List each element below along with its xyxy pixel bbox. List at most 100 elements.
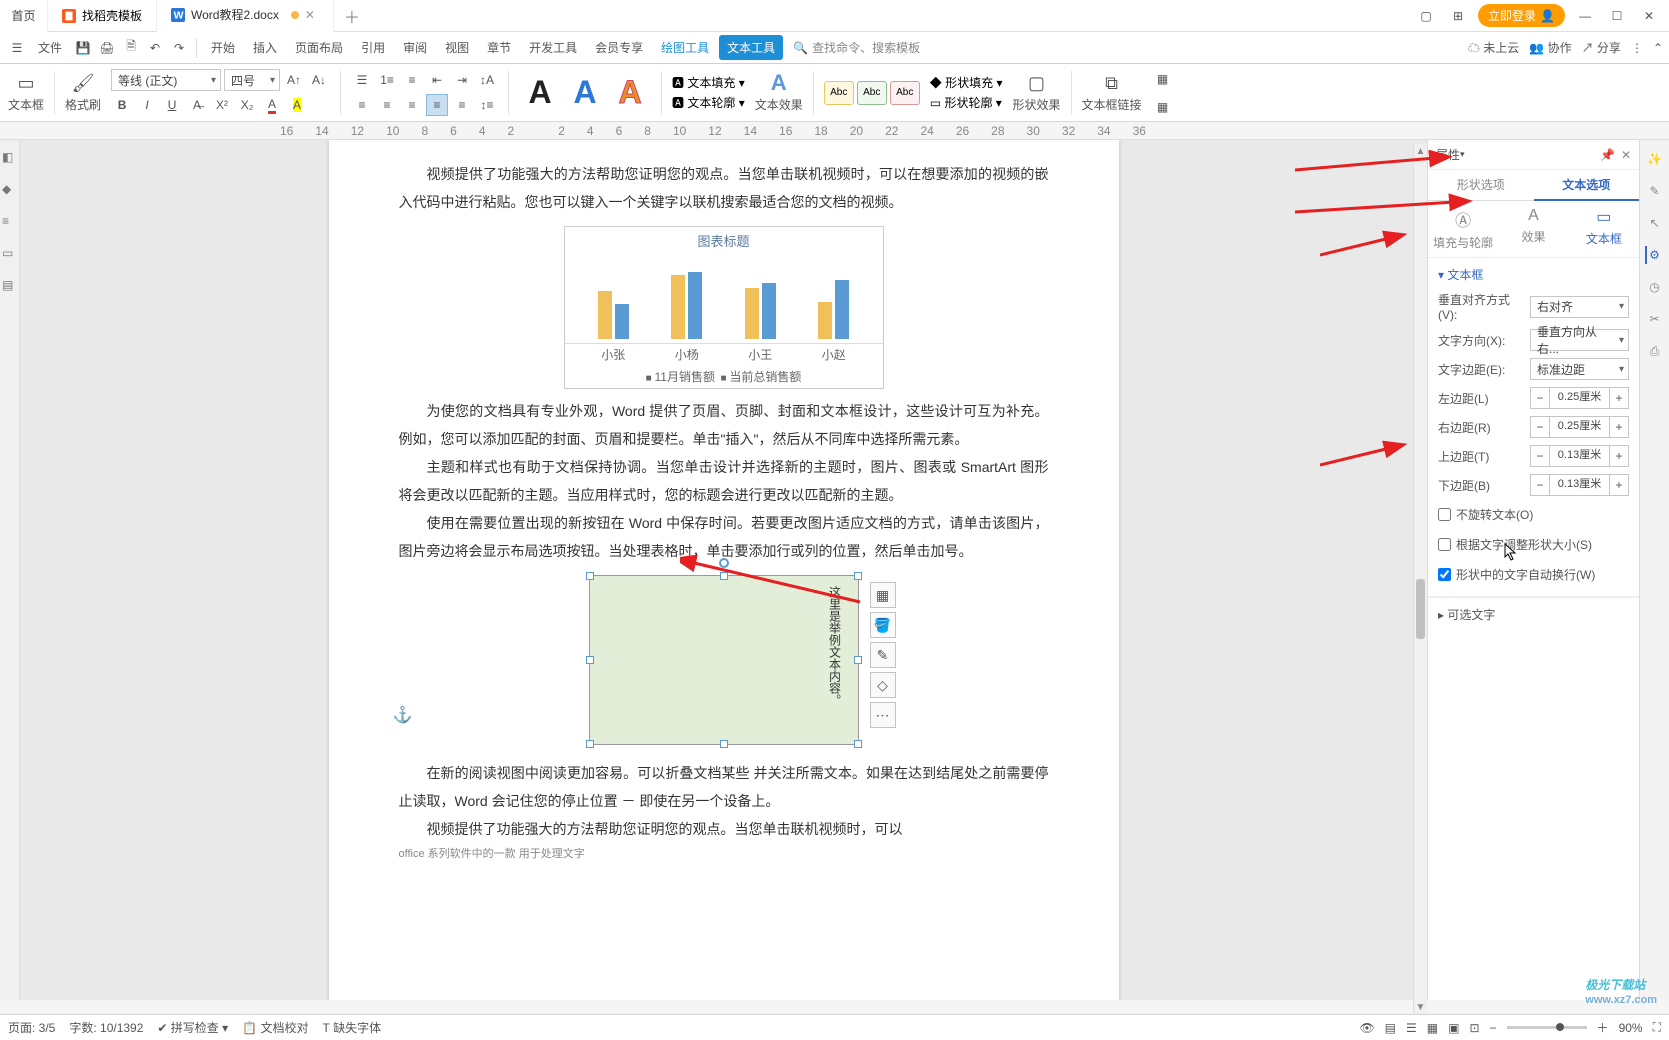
collapse-ribbon-icon[interactable]: ⌃ (1653, 41, 1663, 55)
subtab-fill-outline[interactable]: Ⓐ填充与轮廓 (1428, 201, 1498, 257)
italic-button[interactable]: I (136, 94, 158, 116)
embedded-chart[interactable]: 图表标题 小张小杨小王小赵 ■ 11月销售额 ■ 当前总销售额 (564, 226, 884, 389)
text-direction-button[interactable]: ↕A (476, 69, 498, 91)
valign-select[interactable]: 右对齐 (1530, 296, 1629, 318)
nav-icon-2[interactable]: ◆ (2, 182, 16, 196)
close-icon[interactable]: ✕ (305, 8, 319, 22)
margin-select[interactable]: 标准边距 (1530, 358, 1629, 380)
dec-button[interactable]: − (1530, 416, 1550, 438)
grid-apps-icon[interactable]: ⊞ (1446, 4, 1470, 28)
numbering-button[interactable]: 1≡ (376, 69, 398, 91)
dec-button[interactable]: − (1530, 387, 1550, 409)
checkbox[interactable] (1438, 538, 1451, 551)
cloud-status[interactable]: ☁ 未上云 (1468, 39, 1519, 56)
resize-handle-e[interactable] (854, 656, 862, 664)
view-outline-icon[interactable]: ☰ (1406, 1021, 1417, 1035)
line-spacing-button[interactable]: ↕≡ (476, 94, 498, 116)
zoom-value[interactable]: 90% (1619, 1021, 1643, 1035)
textbox-button[interactable]: ▭文本框 (8, 72, 44, 113)
menu-section[interactable]: 章节 (479, 35, 519, 60)
shrink-font-icon[interactable]: A↓ (308, 69, 330, 91)
subtab-effects[interactable]: A效果 (1498, 201, 1568, 257)
nav-icon-5[interactable]: ▤ (2, 278, 16, 292)
bold-button[interactable]: B (111, 94, 133, 116)
shape-fill-button[interactable]: ◆ 形状填充 ▾ (930, 74, 1003, 91)
selected-textbox[interactable]: 这里是举例文本内容。 ▦ 🪣 ✎ ◇ ⋯ (589, 575, 859, 745)
align-distribute-button[interactable]: ≡ (451, 94, 473, 116)
nav-icon-3[interactable]: ≡ (2, 214, 16, 228)
missing-font-button[interactable]: Т 缺失字体 (322, 1019, 381, 1036)
section-textbox[interactable]: ▾ 文本框 (1428, 258, 1639, 291)
checkbox[interactable] (1438, 568, 1451, 581)
dec-button[interactable]: − (1530, 474, 1550, 496)
share-button[interactable]: ↗ 分享 (1582, 39, 1621, 56)
vertical-scrollbar[interactable]: ▲ ▼ (1413, 144, 1427, 1014)
side-assistant-icon[interactable]: ✨ (1646, 150, 1664, 168)
text-style-1[interactable]: A (519, 72, 561, 114)
new-tab-button[interactable]: ＋ (340, 4, 364, 28)
resize-handle-nw[interactable] (586, 572, 594, 580)
bullets-button[interactable]: ☰ (351, 69, 373, 91)
document-area[interactable]: 视频提供了功能强大的方法帮助您证明您的观点。当您单击联机视频时，可以在想要添加的… (20, 140, 1427, 1000)
tab-home[interactable]: 首页 (0, 0, 48, 32)
text-outline-button[interactable]: 🅰 文本轮廓 ▾ (672, 94, 745, 111)
grow-font-icon[interactable]: A↑ (283, 69, 305, 91)
inc-button[interactable]: + (1609, 445, 1629, 467)
alignment-dist-button[interactable]: ≡ (401, 69, 423, 91)
fullscreen-icon[interactable]: ⛶ (1653, 1020, 1661, 1035)
dec-button[interactable]: − (1530, 445, 1550, 467)
view-web-icon[interactable]: ▦ (1427, 1021, 1438, 1035)
login-button[interactable]: 立即登录👤 (1478, 4, 1565, 27)
auto-size-checkbox[interactable]: 根据文字调整形状大小(S) (1438, 533, 1629, 556)
print-preview-icon[interactable]: 🗎 (120, 37, 142, 59)
pin-icon[interactable]: 📌 (1600, 148, 1615, 162)
subtab-textbox[interactable]: ▭文本框 (1569, 201, 1639, 257)
auto-wrap-checkbox[interactable]: 形状中的文字自动换行(W) (1438, 563, 1629, 586)
menu-member[interactable]: 会员专享 (587, 35, 651, 60)
menu-layout[interactable]: 页面布局 (287, 35, 351, 60)
spellcheck-button[interactable]: ✔ 拼写检查 ▾ (157, 1019, 228, 1036)
left-margin-value[interactable]: 0.25厘米 (1550, 387, 1609, 409)
textbox-link-button[interactable]: ⧉文本框链接 (1082, 72, 1142, 113)
optional-text-section[interactable]: ▸ 可选文字 (1428, 597, 1639, 631)
fill-button[interactable]: 🪣 (870, 612, 896, 638)
align-right-button[interactable]: ≡ (401, 94, 423, 116)
menu-view[interactable]: 视图 (437, 35, 477, 60)
font-family-select[interactable]: 等线 (正文) (111, 69, 221, 91)
text-effect-button[interactable]: A文本效果 (755, 72, 803, 113)
side-select-icon[interactable]: ↖ (1646, 214, 1664, 232)
side-edit-icon[interactable]: ✎ (1646, 182, 1664, 200)
shape-menu-button[interactable]: ◇ (870, 672, 896, 698)
side-settings-icon[interactable]: ⚙ (1645, 246, 1663, 264)
highlight-button[interactable]: A (286, 94, 308, 116)
inc-button[interactable]: + (1609, 387, 1629, 409)
resize-handle-s[interactable] (720, 740, 728, 748)
menu-insert[interactable]: 插入 (245, 35, 285, 60)
shape-style-3[interactable]: Abc (890, 81, 920, 105)
top-margin-spinner[interactable]: −0.13厘米+ (1530, 445, 1629, 467)
textbox-content[interactable]: 这里是举例文本内容。 (823, 586, 845, 706)
menu-review[interactable]: 审阅 (395, 35, 435, 60)
checkbox[interactable] (1438, 508, 1451, 521)
inc-button[interactable]: + (1609, 416, 1629, 438)
side-clip-icon[interactable]: ✂ (1646, 310, 1664, 328)
tab-shape-options[interactable]: 形状选项 (1428, 170, 1534, 201)
close-button[interactable]: ✕ (1637, 4, 1661, 28)
redo-icon[interactable]: ↷ (168, 37, 190, 59)
layout-icon[interactable]: ▢ (1414, 4, 1438, 28)
zoom-out-button[interactable]: − (1490, 1021, 1497, 1035)
right-margin-value[interactable]: 0.25厘米 (1550, 416, 1609, 438)
bottom-margin-value[interactable]: 0.13厘米 (1550, 474, 1609, 496)
horizontal-ruler[interactable]: 1614121086422468101214161820222426283032… (0, 122, 1669, 140)
more-icon[interactable]: ⋮ (1631, 41, 1643, 55)
tab-document-active[interactable]: W Word教程2.docx ✕ (157, 0, 334, 32)
align-center-button[interactable]: ≡ (376, 94, 398, 116)
shape-effect-button[interactable]: ▢形状效果 (1012, 72, 1060, 113)
maximize-button[interactable]: ☐ (1605, 4, 1629, 28)
resize-handle-w[interactable] (586, 656, 594, 664)
menu-file[interactable]: 文件 (30, 35, 70, 60)
scroll-up-icon[interactable]: ▲ (1414, 144, 1427, 158)
layout-options-button[interactable]: ▦ (870, 582, 896, 608)
collab-button[interactable]: 👥 协作 (1529, 39, 1571, 56)
fit-page-icon[interactable]: ⊡ (1469, 1021, 1479, 1035)
